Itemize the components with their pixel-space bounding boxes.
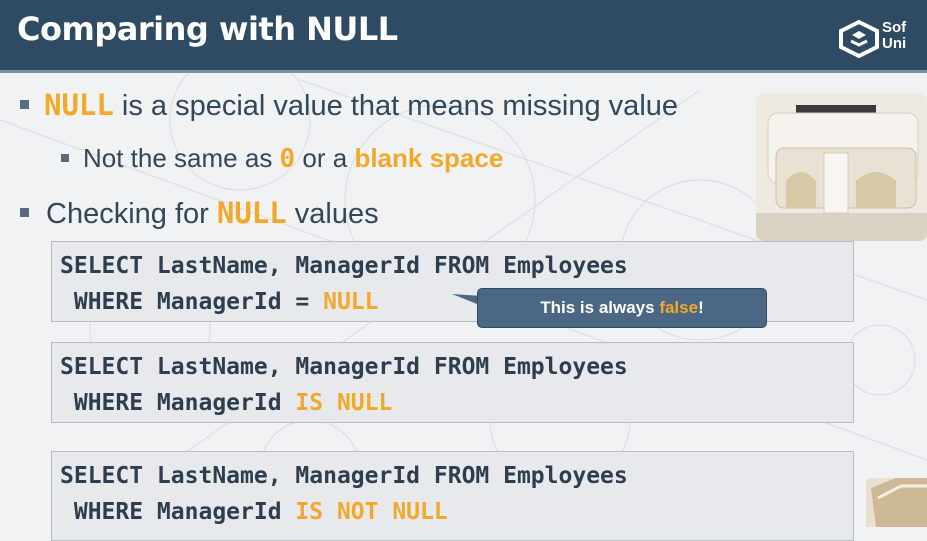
null-keyword: NULL [44, 88, 114, 122]
slide-title: Comparing with NULL [17, 10, 398, 48]
softuni-logo-icon [839, 20, 879, 58]
zero-keyword: 0 [279, 144, 296, 174]
callout-always-false: This is always false! [477, 288, 767, 328]
code-line: SELECT LastName, ManagerId FROM Employee… [60, 253, 628, 279]
code-block-is-null: SELECT LastName, ManagerId FROM Employee… [51, 342, 854, 423]
logo-text: Sof Uni [882, 19, 907, 52]
null-keyword: NULL [216, 196, 287, 230]
code-line: WHERE ManagerId IS NULL [60, 390, 393, 416]
bullet-text: is a special value that means missing va… [113, 90, 679, 122]
slide-header: Comparing with NULL Sof Uni [0, 0, 927, 73]
bullet-square-icon [61, 154, 69, 162]
blank-space-keyword: blank space [354, 143, 504, 173]
code-line: SELECT LastName, ManagerId FROM Employee… [60, 354, 628, 380]
toilet-paper-photo [866, 478, 927, 527]
code-line: SELECT LastName, ManagerId FROM Employee… [60, 463, 628, 489]
bullet-square-icon [20, 100, 29, 109]
code-block-is-not-null: SELECT LastName, ManagerId FROM Employee… [51, 451, 854, 541]
code-line: WHERE ManagerId IS NOT NULL [60, 499, 448, 525]
toilet-paper-holder-photo [756, 93, 927, 241]
bullet-square-icon [20, 208, 29, 217]
